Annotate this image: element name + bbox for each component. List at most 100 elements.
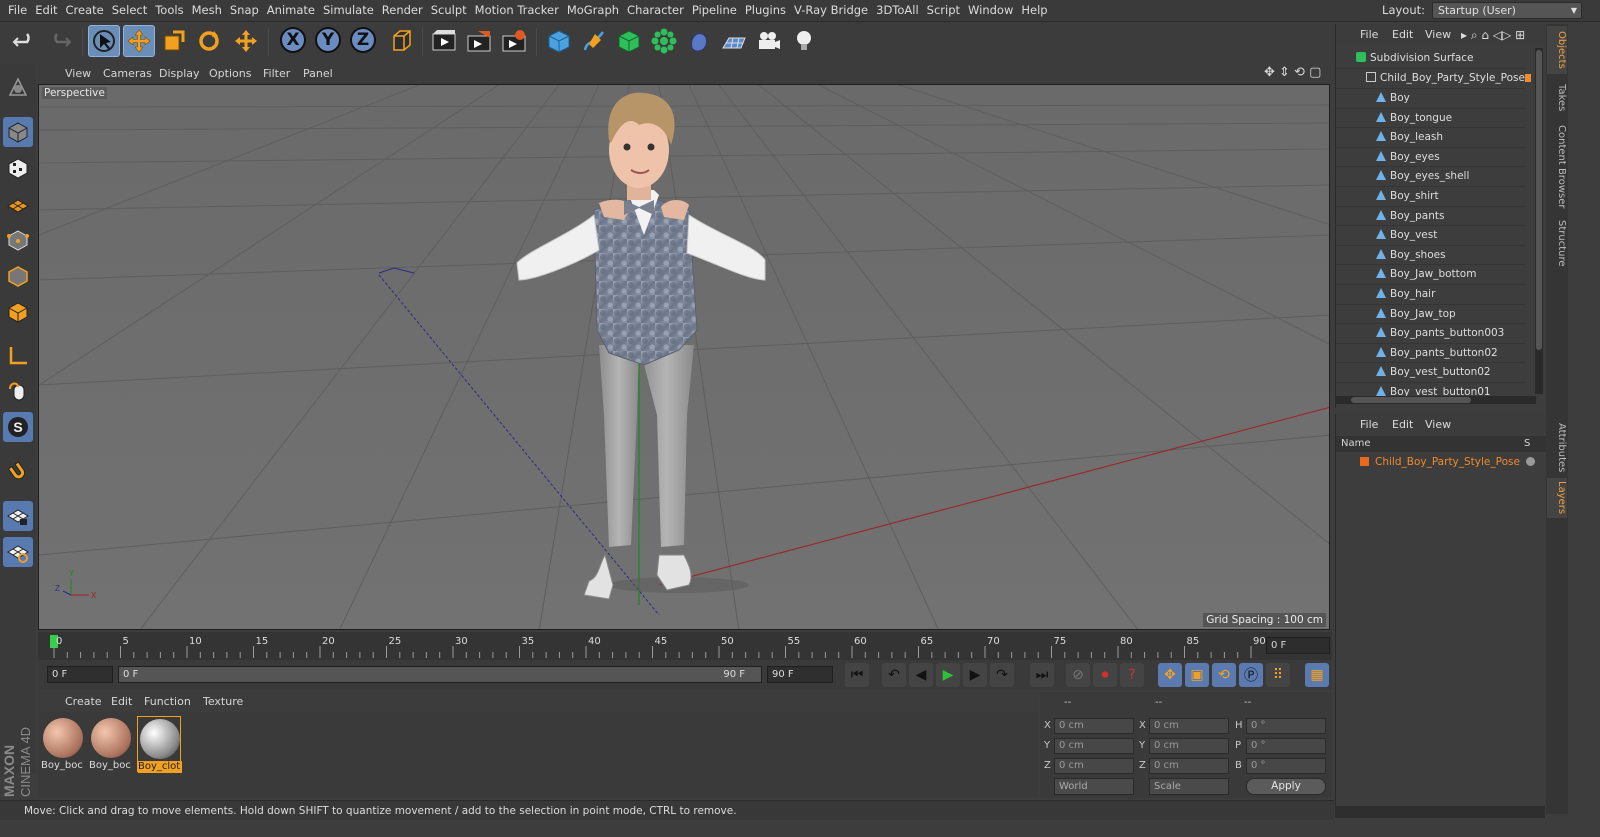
object-row[interactable]: Boy bbox=[1336, 89, 1526, 109]
pen-spline-icon[interactable] bbox=[578, 25, 610, 57]
rotation-p-field[interactable]: 0 ° bbox=[1246, 738, 1326, 754]
object-row[interactable]: Boy_pants bbox=[1336, 207, 1526, 227]
menu-tools[interactable]: Tools bbox=[151, 0, 187, 21]
layers-menu-view[interactable]: View bbox=[1425, 418, 1451, 431]
object-row[interactable]: Boy_tongue bbox=[1336, 109, 1526, 129]
material-swatch-selected[interactable]: Boy_clot bbox=[137, 716, 182, 773]
keyframe-selection-icon[interactable]: ? bbox=[1120, 663, 1144, 687]
coordinate-system-button[interactable] bbox=[385, 25, 417, 57]
menu-select[interactable]: Select bbox=[108, 0, 151, 21]
menu-pipeline[interactable]: Pipeline bbox=[688, 0, 741, 21]
start-frame-field[interactable]: 0 F bbox=[47, 666, 113, 683]
previous-key-button[interactable]: ↶ bbox=[882, 663, 906, 687]
redo-button[interactable] bbox=[44, 25, 76, 57]
position-y-field[interactable]: 0 cm bbox=[1054, 738, 1134, 754]
transform-tool-button[interactable] bbox=[230, 25, 262, 57]
menu-render[interactable]: Render bbox=[378, 0, 427, 21]
layer-row[interactable]: Child_Boy_Party_Style_Pose bbox=[1336, 453, 1546, 471]
object-row[interactable]: Boy_leash bbox=[1336, 128, 1526, 148]
move-tool-button[interactable] bbox=[123, 25, 155, 57]
x-axis-lock[interactable]: X bbox=[280, 27, 306, 53]
material-menu-function[interactable]: Function bbox=[144, 695, 191, 708]
menu-script[interactable]: Script bbox=[923, 0, 964, 21]
menu-edit[interactable]: Edit bbox=[31, 0, 61, 21]
planar-workplane-icon[interactable] bbox=[3, 537, 33, 567]
rotation-h-field[interactable]: 0 ° bbox=[1246, 718, 1326, 734]
objects-menu-file[interactable]: File bbox=[1360, 28, 1378, 41]
objects-menu-view[interactable]: View bbox=[1425, 28, 1451, 41]
objects-hscrollbar[interactable] bbox=[1336, 396, 1536, 404]
viewport-menu-panel[interactable]: Panel bbox=[303, 67, 333, 80]
menu-create[interactable]: Create bbox=[62, 0, 108, 21]
tab-content-browser[interactable]: Content Browser bbox=[1547, 122, 1567, 212]
autokey-icon[interactable]: ⏺ bbox=[1093, 663, 1117, 687]
tweak-mode-icon[interactable] bbox=[3, 376, 33, 406]
tab-attributes[interactable]: Attributes bbox=[1547, 420, 1567, 474]
layer-column-solo[interactable]: S bbox=[1524, 436, 1530, 452]
object-row[interactable]: Boy_eyes_shell bbox=[1336, 167, 1526, 187]
menu-motion-tracker[interactable]: Motion Tracker bbox=[471, 0, 563, 21]
object-row[interactable]: Boy_pants_button003 bbox=[1336, 324, 1526, 344]
menu-file[interactable]: File bbox=[4, 0, 31, 21]
menu-sculpt[interactable]: Sculpt bbox=[427, 0, 471, 21]
object-row[interactable]: Boy_shirt bbox=[1336, 187, 1526, 207]
menu-mesh[interactable]: Mesh bbox=[188, 0, 226, 21]
layer-column-name[interactable]: Name bbox=[1341, 436, 1371, 452]
object-row[interactable]: Boy_Jaw_top bbox=[1336, 305, 1526, 325]
camera-icon[interactable] bbox=[753, 25, 785, 57]
model-mode-icon[interactable] bbox=[3, 117, 33, 147]
menu-animate[interactable]: Animate bbox=[263, 0, 319, 21]
material-swatch[interactable]: Boy_boc bbox=[41, 716, 85, 772]
end-frame-field[interactable]: 90 F bbox=[767, 666, 833, 683]
points-mode-icon[interactable] bbox=[3, 225, 33, 255]
current-frame-field[interactable]: 0 F bbox=[1266, 637, 1330, 654]
rotation-b-field[interactable]: 0 ° bbox=[1246, 758, 1326, 774]
tab-takes[interactable]: Takes bbox=[1547, 78, 1567, 118]
menu-mograph[interactable]: MoGraph bbox=[563, 0, 623, 21]
axis-mode-icon[interactable] bbox=[3, 341, 33, 371]
timeline-ruler[interactable]: 0 5 10 15 20 25 30 35 40 45 50 55 60 65 70 75 80 85 90 bbox=[38, 632, 1332, 660]
record-point-level-icon[interactable]: ⠿ bbox=[1266, 663, 1290, 687]
perspective-viewport[interactable]: Y X Z Perspective Grid Spacing : 100 cm bbox=[38, 84, 1330, 630]
objects-toolbar-icons[interactable]: ▸ ⌕ ⌂ ◁▷ ⊞ bbox=[1461, 28, 1525, 43]
locked-workplane-icon[interactable] bbox=[3, 501, 33, 531]
material-menu-texture[interactable]: Texture bbox=[203, 695, 243, 708]
apply-button[interactable]: Apply bbox=[1246, 778, 1326, 795]
object-row[interactable]: Boy_pants_button02 bbox=[1336, 344, 1526, 364]
object-row[interactable]: Boy_hair bbox=[1336, 285, 1526, 305]
render-to-picture-viewer-icon[interactable] bbox=[463, 25, 495, 57]
menu-v-ray-bridge[interactable]: V-Ray Bridge bbox=[790, 0, 872, 21]
object-row-subdivision-surface[interactable]: Subdivision Surface bbox=[1336, 49, 1526, 69]
menu-simulate[interactable]: Simulate bbox=[319, 0, 378, 21]
viewport-menu-cameras[interactable]: Cameras bbox=[103, 67, 152, 80]
next-key-button[interactable]: ↷ bbox=[990, 663, 1014, 687]
layers-menu-edit[interactable]: Edit bbox=[1392, 418, 1413, 431]
record-position-icon[interactable]: ✥ bbox=[1158, 663, 1182, 687]
object-row-group[interactable]: Child_Boy_Party_Style_Pose bbox=[1336, 69, 1526, 89]
next-frame-button[interactable]: ▶ bbox=[963, 663, 987, 687]
object-row[interactable]: Boy_Jaw_bottom bbox=[1336, 265, 1526, 285]
size-mode-dropdown[interactable]: Scale bbox=[1149, 778, 1229, 795]
deformer-icon[interactable] bbox=[683, 25, 715, 57]
menu-window[interactable]: Window bbox=[964, 0, 1017, 21]
layout-select[interactable]: Startup (User) bbox=[1432, 2, 1582, 19]
layers-menu-file[interactable]: File bbox=[1360, 418, 1378, 431]
material-swatch[interactable]: Boy_boc bbox=[89, 716, 133, 772]
record-rotation-icon[interactable]: ⟲ bbox=[1212, 663, 1236, 687]
object-row[interactable]: Boy_shoes bbox=[1336, 246, 1526, 266]
workplane-mode-icon[interactable] bbox=[3, 189, 33, 219]
size-y-field[interactable]: 0 cm bbox=[1149, 738, 1229, 754]
go-to-end-button[interactable]: ⏭ bbox=[1030, 663, 1054, 687]
undo-button[interactable] bbox=[8, 25, 40, 57]
tab-objects[interactable]: Objects bbox=[1547, 26, 1567, 74]
record-scale-icon[interactable]: ▣ bbox=[1185, 663, 1209, 687]
layer-solo-toggle[interactable] bbox=[1526, 457, 1535, 466]
make-editable-icon[interactable] bbox=[3, 72, 33, 102]
cloner-icon[interactable] bbox=[648, 25, 680, 57]
viewport-menu-display[interactable]: Display bbox=[159, 67, 200, 80]
magnet-icon[interactable] bbox=[3, 457, 33, 487]
cube-object-icon[interactable] bbox=[543, 25, 575, 57]
texture-mode-icon[interactable] bbox=[3, 153, 33, 183]
viewport-navigation-icons[interactable]: ✥ ⇕ ⟲ ▢ bbox=[1264, 65, 1321, 80]
position-x-field[interactable]: 0 cm bbox=[1054, 718, 1134, 734]
